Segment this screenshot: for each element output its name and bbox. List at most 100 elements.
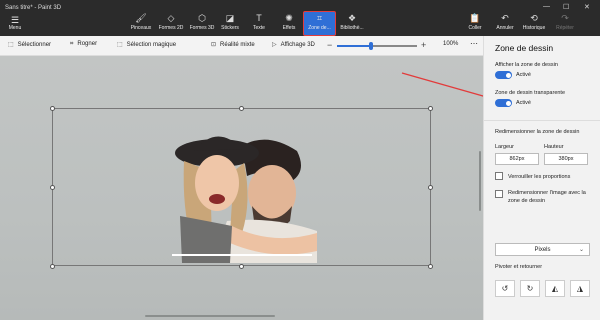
resize-image-checkbox[interactable] [495, 190, 503, 198]
lock-proportions-label: Verrouiller les proportions [508, 174, 571, 180]
rotate-left-button[interactable]: ↺ [495, 280, 515, 297]
crop-icon: ⌗ [70, 41, 74, 47]
effects-icon: ✺ [285, 13, 293, 23]
flip-horizontal-button[interactable]: ◭ [545, 280, 565, 297]
chevron-down-icon: ⌄ [578, 247, 584, 253]
tool-effects[interactable]: ✺ Effets [278, 12, 300, 36]
flip-vertical-icon: ◮ [576, 284, 584, 293]
rotate-left-icon: ↺ [501, 284, 509, 293]
resize-handle[interactable] [50, 185, 55, 190]
resize-handle[interactable] [239, 264, 244, 269]
view-3d-icon: ▷ [272, 42, 277, 48]
resize-image-label: Redimensionner l'image avec la zone de d… [508, 190, 586, 204]
toggle-knob [505, 100, 511, 106]
sticker-icon: ◪ [225, 13, 235, 23]
redo-button[interactable]: ↷ Répéter [552, 12, 578, 36]
vertical-scrollbar[interactable] [479, 151, 481, 211]
zoom-out-icon[interactable]: − [327, 40, 332, 50]
tool-label: Formes 3D [189, 25, 215, 31]
text-icon: T [256, 13, 262, 23]
flip-horizontal-icon: ◭ [551, 284, 559, 293]
tool-stickers[interactable]: ◪ Stickers [218, 12, 242, 36]
tool-label: Texte [253, 25, 265, 31]
zoom-value: 100% [443, 41, 459, 47]
tool-label: Annuler [496, 25, 514, 31]
resize-handle[interactable] [50, 264, 55, 269]
flip-vertical-button[interactable]: ◮ [570, 280, 590, 297]
tool-label: Stickers [221, 25, 239, 31]
tool-canvas[interactable]: ⌗ Zone de... [303, 11, 336, 36]
tool-label: Répéter [556, 25, 574, 31]
history-button[interactable]: ⟲ Historique [520, 12, 548, 36]
close-icon[interactable]: ✕ [584, 3, 590, 11]
paste-button[interactable]: 📋 Coller [466, 12, 484, 36]
resize-handle[interactable] [428, 264, 433, 269]
menu-button[interactable]: ☰ Menu [4, 16, 26, 34]
library-icon: ❖ [347, 13, 357, 23]
more-options-icon[interactable]: ⋯ [470, 39, 478, 48]
hamburger-icon: ☰ [10, 15, 20, 25]
width-label: Largeur [495, 144, 514, 150]
view-3d-toggle[interactable]: ▷ Affichage 3D [272, 41, 315, 48]
view-3d-label: Affichage 3D [280, 42, 315, 48]
crop-button[interactable]: ⌗ Rogner [70, 41, 97, 48]
tool-label: Bibliothè... [340, 25, 364, 31]
mixed-reality-label: Réalité mixte [220, 42, 255, 48]
mixed-reality-button[interactable]: ⊡ Réalité mixte [211, 41, 255, 48]
transparent-canvas-toggle[interactable] [495, 99, 512, 107]
magic-select-button[interactable]: ⬚ Sélection magique [117, 41, 176, 48]
select-button[interactable]: ⬚ Sélectionner [8, 41, 51, 48]
paste-icon: 📋 [469, 13, 481, 23]
undo-button[interactable]: ↶ Annuler [494, 12, 516, 36]
tool-library[interactable]: ❖ Bibliothè... [338, 12, 366, 36]
canvas-icon: ⌗ [316, 13, 323, 23]
magic-select-icon: ⬚ [117, 42, 123, 48]
tool-label: Coller [468, 25, 482, 31]
tool-text[interactable]: T Texte [248, 12, 270, 36]
unit-dropdown[interactable]: Pixels ⌄ [495, 243, 590, 256]
top-ribbon: Sans titre* - Paint 3D — ☐ ✕ ☰ Menu 🖌 Pi… [0, 0, 600, 36]
show-canvas-toggle[interactable] [495, 71, 512, 79]
horizontal-scrollbar[interactable] [145, 315, 275, 317]
unit-value: Pixels [534, 247, 551, 253]
resize-handle[interactable] [239, 106, 244, 111]
photo-baseline [172, 254, 312, 256]
zoom-slider-fill [337, 45, 371, 47]
zoom-in-icon[interactable]: + [421, 40, 426, 50]
toggle-knob [505, 72, 511, 78]
width-field[interactable]: 862px [495, 153, 539, 165]
cube-icon: ⬡ [198, 13, 206, 23]
resize-canvas-label: Redimensionner la zone de dessin [495, 129, 580, 135]
tool-3d-shapes[interactable]: ⬡ Formes 3D [187, 12, 217, 36]
tool-label: Effets [282, 25, 296, 31]
rotate-right-button[interactable]: ↻ [520, 280, 540, 297]
tool-label: Historique [522, 25, 546, 31]
tool-2d-shapes[interactable]: ◇ Formes 2D [156, 12, 186, 36]
tool-brushes[interactable]: 🖌 Pinceaux [128, 12, 154, 36]
maximize-icon[interactable]: ☐ [563, 3, 569, 11]
redo-icon: ↷ [561, 13, 569, 23]
undo-icon: ↶ [501, 13, 509, 23]
lock-proportions-checkbox[interactable] [495, 172, 503, 180]
show-canvas-label: Afficher la zone de dessin [495, 62, 558, 68]
menu-label: Menu [8, 25, 22, 31]
shapes-2d-icon: ◇ [167, 13, 175, 23]
resize-handle[interactable] [50, 106, 55, 111]
secondary-toolbar: ⬚ Sélectionner ⌗ Rogner ⬚ Sélection magique… [0, 36, 483, 56]
minimize-icon[interactable]: — [543, 3, 550, 10]
tool-label: Pinceaux [130, 25, 152, 31]
select-icon: ⬚ [8, 42, 14, 48]
height-field[interactable]: 380px [544, 153, 588, 165]
magic-select-label: Sélection magique [126, 42, 177, 48]
panel-title: Zone de dessin [495, 43, 554, 53]
select-label: Sélectionner [17, 42, 52, 48]
couple-photo[interactable] [172, 121, 317, 263]
window-title: Sans titre* - Paint 3D [5, 5, 62, 11]
tool-label: Formes 2D [158, 25, 184, 31]
canvas-settings-panel: Zone de dessin Afficher la zone de dessi… [483, 36, 600, 320]
resize-handle[interactable] [428, 185, 433, 190]
tool-label: Zone de... [308, 25, 331, 31]
zoom-slider-thumb[interactable] [368, 42, 373, 50]
zoom-slider[interactable] [337, 42, 417, 50]
history-icon: ⟲ [530, 13, 538, 23]
